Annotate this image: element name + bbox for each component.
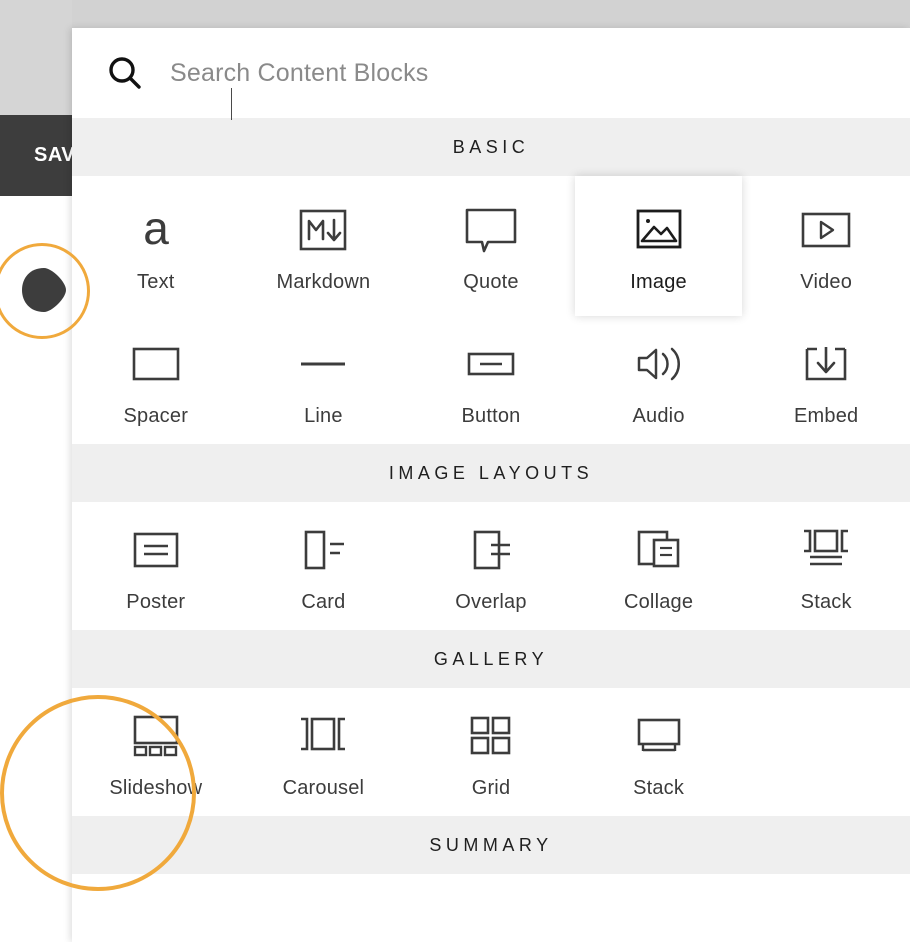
section-header-basic: BASIC (72, 118, 910, 176)
block-collage[interactable]: Collage (575, 502, 743, 630)
basic-row-2: Spacer Line Button Audio Embed (72, 316, 910, 444)
pointer-teardrop-icon (18, 264, 70, 316)
block-stack-layout[interactable]: Stack (742, 502, 910, 630)
video-play-icon (797, 199, 855, 261)
block-label: Markdown (276, 270, 371, 293)
gallery-row: Slideshow Carousel Grid Stack (72, 688, 910, 816)
block-label: Stack (633, 776, 685, 799)
block-label: Collage (623, 590, 694, 613)
image-mountain-icon (634, 199, 684, 261)
poster-icon (127, 519, 185, 581)
search-input[interactable] (170, 58, 876, 88)
content-blocks-panel: BASIC a Text Markdown (72, 28, 910, 942)
button-rect-icon (463, 333, 519, 395)
block-label: Card (301, 590, 346, 613)
spacer-rect-icon (128, 333, 184, 395)
svg-text:a: a (143, 202, 169, 254)
block-label: Text (137, 270, 175, 293)
audio-speaker-icon (629, 333, 689, 395)
block-markdown[interactable]: Markdown (240, 176, 408, 316)
search-bar[interactable] (72, 28, 910, 118)
image-layouts-row: Poster Card Overlap Collage Stack (72, 502, 910, 630)
carousel-icon (292, 705, 354, 767)
block-grid[interactable]: Grid (407, 688, 575, 816)
block-label: Image (630, 270, 687, 293)
markdown-icon (295, 199, 351, 261)
block-label: Slideshow (109, 776, 203, 799)
block-label: Spacer (123, 404, 189, 427)
block-quote[interactable]: Quote (407, 176, 575, 316)
block-label: Video (800, 270, 853, 293)
quote-bubble-icon (462, 199, 520, 261)
section-header-gallery: GALLERY (72, 630, 910, 688)
block-label: Embed (793, 404, 859, 427)
grid-icon (463, 705, 519, 767)
block-label: Poster (126, 590, 186, 613)
text-a-icon: a (128, 199, 184, 261)
block-card[interactable]: Card (240, 502, 408, 630)
block-embed[interactable]: Embed (742, 316, 910, 444)
block-label: Line (304, 404, 343, 427)
embed-download-icon (798, 333, 854, 395)
block-label: Audio (632, 404, 685, 427)
slideshow-icon (125, 705, 187, 767)
section-header-summary: SUMMARY (72, 816, 910, 874)
block-image[interactable]: Image (574, 176, 743, 316)
page-background-top-left (0, 0, 72, 115)
gallery-stack-icon (630, 705, 688, 767)
block-label: Carousel (282, 776, 365, 799)
block-carousel[interactable]: Carousel (240, 688, 408, 816)
block-overlap[interactable]: Overlap (407, 502, 575, 630)
block-button[interactable]: Button (407, 316, 575, 444)
page-background-top-strip (72, 0, 910, 28)
block-label: Grid (471, 776, 511, 799)
block-slideshow[interactable]: Slideshow (72, 688, 240, 816)
block-text[interactable]: a Text (72, 176, 240, 316)
search-icon (106, 54, 144, 92)
text-cursor (231, 88, 232, 120)
collage-icon (630, 519, 688, 581)
block-poster[interactable]: Poster (72, 502, 240, 630)
block-audio[interactable]: Audio (575, 316, 743, 444)
block-label: Quote (463, 270, 519, 293)
block-label: Stack (800, 590, 852, 613)
overlap-icon (462, 519, 520, 581)
block-spacer[interactable]: Spacer (72, 316, 240, 444)
block-video[interactable]: Video (742, 176, 910, 316)
stack-brackets-icon (795, 519, 857, 581)
block-label: Overlap (455, 590, 527, 613)
horizontal-line-icon (295, 333, 351, 395)
block-label: Button (461, 404, 521, 427)
block-gallery-stack[interactable]: Stack (575, 688, 743, 816)
card-icon (294, 519, 352, 581)
basic-row-1: a Text Markdown Quote Image Video (72, 176, 910, 316)
block-line[interactable]: Line (240, 316, 408, 444)
section-header-image-layouts: IMAGE LAYOUTS (72, 444, 910, 502)
